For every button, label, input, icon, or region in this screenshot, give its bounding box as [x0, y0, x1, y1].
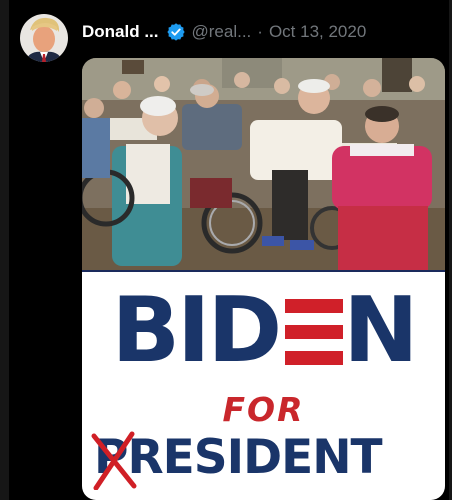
- red-x-mark-icon: [91, 431, 137, 490]
- poster-stripes-e-icon: [279, 295, 344, 369]
- biden-for-president-poster: BIDN FOR PRESIDENT: [82, 270, 445, 500]
- tweet-media-image[interactable]: BIDN FOR PRESIDENT: [82, 58, 445, 500]
- author-name[interactable]: Donald ...: [82, 22, 159, 42]
- tweet[interactable]: Donald ... @real... · Oct 13, 2020 BID N…: [12, 0, 445, 500]
- poster-biden-letters: BID: [111, 278, 282, 383]
- window-edge-left: [0, 0, 9, 500]
- poster-president-text: PRESIDENT: [91, 431, 444, 490]
- tweet-header: Donald ... @real... · Oct 13, 2020: [82, 20, 366, 44]
- author-avatar[interactable]: [20, 14, 68, 62]
- separator-dot: ·: [257, 22, 263, 41]
- poster-crossed-letter: P: [91, 431, 137, 490]
- verified-badge-icon: [166, 22, 186, 42]
- author-handle[interactable]: @real...: [192, 22, 252, 42]
- nursing-home-photo: [82, 58, 445, 270]
- tweet-date[interactable]: Oct 13, 2020: [269, 22, 366, 42]
- poster-biden-last-letter: N: [343, 278, 418, 383]
- poster-for-text: FOR: [222, 390, 305, 429]
- poster-president-rest: RESIDENT: [127, 430, 382, 485]
- poster-biden-text: BID N: [82, 286, 445, 376]
